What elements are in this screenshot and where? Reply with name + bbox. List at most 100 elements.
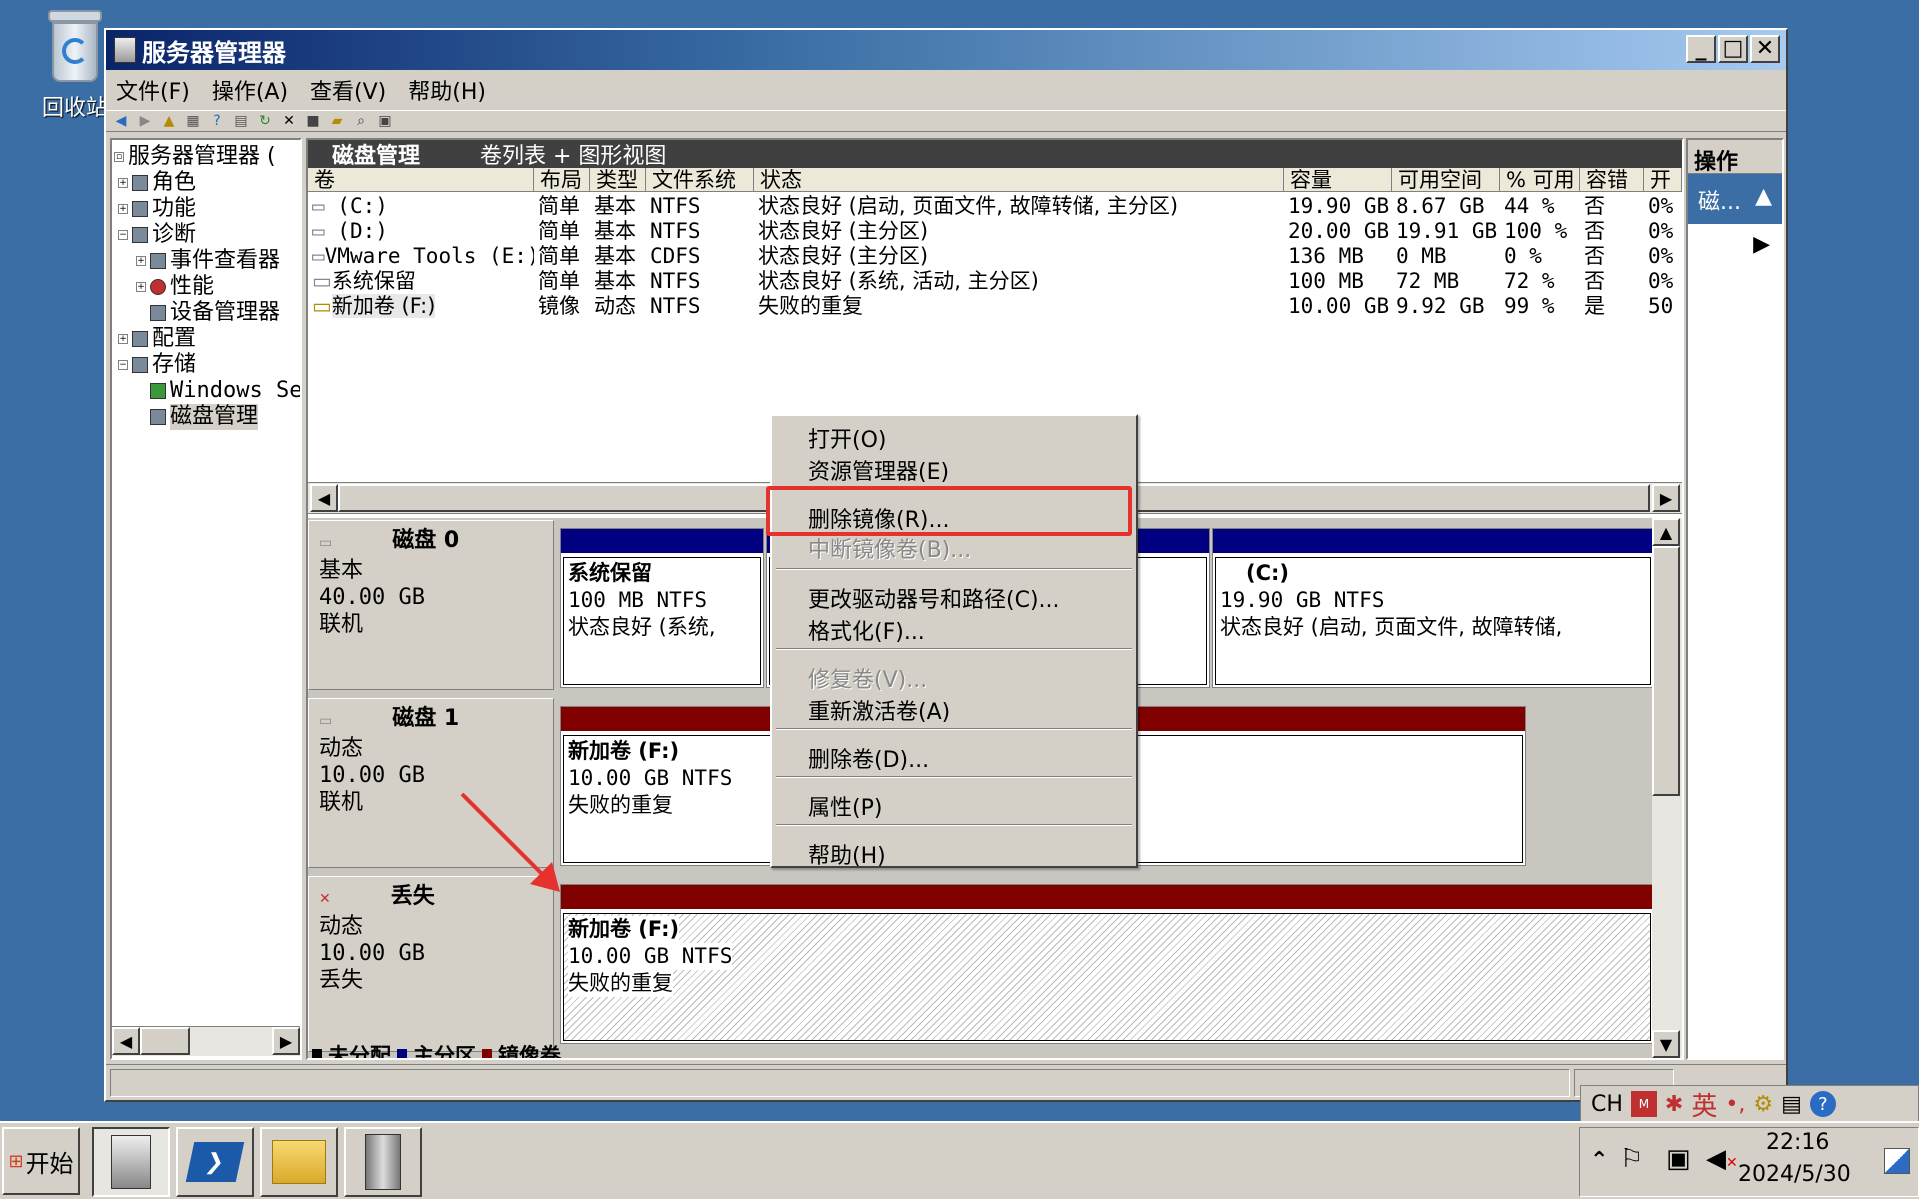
volume-row[interactable]: ▭ (D:) 简单 基本 NTFS 状态良好 (主分区) 20.00 GB 19… (308, 219, 1682, 244)
menu-item-delete-volume[interactable]: 删除卷(D)... (808, 742, 929, 774)
taskbar-server-manager[interactable] (92, 1127, 170, 1197)
menu-item-format[interactable]: 格式化(F)... (808, 614, 925, 646)
taskbar: ⊞ 开始 ❯ ⌃ ⚐ ▣ ◀✕ 22:16 2024/5/30 (0, 1121, 1919, 1199)
menu-item-explorer[interactable]: 资源管理器(E) (808, 454, 949, 486)
ime-mode-icon[interactable]: ✱ (1665, 1092, 1683, 1117)
tree-item-features[interactable]: + 功能 (118, 196, 196, 222)
column-free-space[interactable]: 可用空间 (1392, 168, 1500, 191)
title-bar[interactable]: 服务器管理器 (106, 30, 1786, 70)
scroll-thumb[interactable] (140, 1027, 190, 1055)
volume-muted-icon[interactable]: ◀✕ (1706, 1144, 1738, 1174)
expand-icon[interactable]: + (118, 178, 128, 188)
scroll-left-icon[interactable]: ◀ (112, 1027, 140, 1055)
expand-icon[interactable]: + (118, 204, 128, 214)
minimize-button[interactable]: _ (1686, 35, 1716, 63)
volume-row[interactable]: ▭VMware Tools (E:) 简单 基本 CDFS 状态良好 (主分区)… (308, 244, 1682, 269)
properties-icon[interactable]: ▤ (232, 113, 250, 129)
tree-item-storage[interactable]: − 存储 (118, 352, 196, 378)
column-overhead[interactable]: 开 (1644, 168, 1682, 191)
back-arrow-icon[interactable]: ◀ (112, 113, 130, 129)
ime-menu-icon[interactable]: ▤ (1781, 1092, 1802, 1117)
help-icon[interactable]: ? (1809, 1091, 1836, 1117)
close-button[interactable]: ✕ (1750, 35, 1780, 63)
missing-disk-label[interactable]: ✕ 丢失 动态 10.00 GB 丢失 (308, 876, 554, 1052)
tree-item-windows-server-backup[interactable]: Windows Ser (150, 378, 300, 404)
action-center-flag-icon[interactable]: ⚐ (1620, 1144, 1643, 1174)
scroll-up-icon[interactable]: ▲ (1652, 518, 1680, 546)
tree-item-performance[interactable]: + 性能 (136, 274, 214, 300)
graph-vertical-scrollbar[interactable]: ▲ ▼ (1652, 518, 1682, 1058)
settings-icon[interactable]: ▣ (376, 113, 394, 129)
column-capacity[interactable]: 容量 (1284, 168, 1392, 191)
column-status[interactable]: 状态 (754, 168, 1284, 191)
menu-action[interactable]: 操作(A) (212, 74, 288, 106)
scroll-down-icon[interactable]: ▼ (1652, 1030, 1680, 1058)
search-icon[interactable]: ⌕ (352, 113, 370, 129)
up-folder-icon[interactable]: ▲ (160, 113, 178, 129)
tree-item-diagnostics[interactable]: − 诊断 (118, 222, 196, 248)
actions-disk-management-section[interactable]: 磁... ▲ (1688, 174, 1782, 224)
tree-item-event-viewer[interactable]: + 事件查看器 (136, 248, 280, 274)
scroll-thumb[interactable] (1652, 546, 1680, 796)
taskbar-explorer[interactable] (260, 1127, 338, 1197)
delete-icon[interactable]: ✕ (280, 113, 298, 129)
collapse-icon[interactable]: − (118, 230, 128, 240)
more-actions-arrow-icon[interactable]: ▶ (1688, 224, 1782, 265)
volume-row[interactable]: ▭ (C:) 简单 基本 NTFS 状态良好 (启动, 页面文件, 故障转储, … (308, 194, 1682, 219)
clock-time[interactable]: 22:16 (1766, 1130, 1829, 1155)
tree-item-server-manager[interactable]: ▫ 服务器管理器 ( (114, 144, 276, 170)
menu-item-help[interactable]: 帮助(H) (808, 838, 886, 870)
menu-item-reactivate-volume[interactable]: 重新激活卷(A) (808, 694, 950, 726)
taskbar-tools[interactable] (344, 1127, 422, 1197)
start-button[interactable]: ⊞ 开始 (2, 1127, 80, 1195)
ime-logo-icon[interactable]: M (1630, 1091, 1657, 1117)
tree-item-configuration[interactable]: + 配置 (118, 326, 196, 352)
disk-0-label[interactable]: ▭ 磁盘 0 基本 40.00 GB 联机 (308, 520, 554, 690)
clock-date[interactable]: 2024/5/30 (1738, 1162, 1851, 1187)
maximize-button[interactable]: □ (1718, 35, 1748, 63)
disk-icon[interactable]: ■ (304, 113, 322, 129)
expand-icon[interactable]: + (136, 282, 146, 292)
menu-item-change-drive-letter[interactable]: 更改驱动器号和路径(C)... (808, 582, 1060, 614)
scroll-right-icon[interactable]: ▶ (272, 1027, 300, 1055)
menu-help[interactable]: 帮助(H) (408, 74, 486, 106)
collapse-up-icon[interactable]: ▲ (1755, 184, 1772, 214)
show-desktop-icon[interactable] (1884, 1148, 1910, 1174)
collapse-icon[interactable]: − (118, 360, 128, 370)
scroll-left-icon[interactable]: ◀ (310, 484, 338, 512)
tree-item-disk-management[interactable]: 磁盘管理 (150, 404, 259, 430)
punctuation-icon[interactable]: •, (1725, 1092, 1745, 1117)
soft-keyboard-icon[interactable]: ⚙ (1753, 1092, 1773, 1117)
ime-language-mode[interactable]: 英 (1691, 1086, 1717, 1123)
network-icon[interactable]: ▣ (1666, 1144, 1691, 1174)
volume-system-reserved[interactable]: 系统保留 100 MB NTFS 状态良好 (系统, (560, 528, 764, 688)
volume-c-partition[interactable]: (C:) 19.90 GB NTFS 状态良好 (启动, 页面文件, 故障转储, (1212, 528, 1654, 688)
column-percent-free[interactable]: % 可用 (1500, 168, 1580, 191)
menu-view[interactable]: 查看(V) (310, 74, 386, 106)
expand-icon[interactable]: + (118, 334, 128, 344)
column-fault-tolerance[interactable]: 容错 (1580, 168, 1644, 191)
volume-row[interactable]: ▭系统保留 简单 基本 NTFS 状态良好 (系统, 活动, 主分区) 100 … (308, 269, 1682, 294)
tree-item-roles[interactable]: + 角色 (118, 170, 196, 196)
show-hidden-icons-icon[interactable]: ⌃ (1590, 1148, 1608, 1173)
volume-row-selected[interactable]: ▭新加卷 (F:) 镜像 动态 NTFS 失败的重复 10.00 GB 9.92… (308, 294, 1682, 319)
help-icon[interactable]: ? (208, 113, 226, 129)
volume-f-mirror-missing[interactable]: 新加卷 (F:) 10.00 GB NTFS 失败的重复 (560, 884, 1654, 1044)
menu-file[interactable]: 文件(F) (116, 74, 190, 106)
scroll-right-icon[interactable]: ▶ (1652, 484, 1680, 512)
column-volume[interactable]: 卷 (308, 168, 534, 191)
menu-item-open[interactable]: 打开(O) (808, 422, 886, 454)
column-filesystem[interactable]: 文件系统 (646, 168, 754, 191)
expand-icon[interactable]: + (136, 256, 146, 266)
taskbar-powershell[interactable]: ❯ (176, 1127, 254, 1197)
language-indicator[interactable]: CH (1591, 1092, 1623, 1117)
tree-item-device-manager[interactable]: 设备管理器 (150, 300, 280, 326)
show-hide-tree-icon[interactable]: ▦ (184, 113, 202, 129)
open-folder-icon[interactable]: ▰ (328, 113, 346, 129)
tree-horizontal-scrollbar[interactable]: ◀ ▶ (112, 1026, 300, 1056)
forward-arrow-icon[interactable]: ▶ (136, 113, 154, 129)
column-layout[interactable]: 布局 (534, 168, 590, 191)
menu-item-properties[interactable]: 属性(P) (808, 790, 882, 822)
column-type[interactable]: 类型 (590, 168, 646, 191)
refresh-icon[interactable]: ↻ (256, 113, 274, 129)
